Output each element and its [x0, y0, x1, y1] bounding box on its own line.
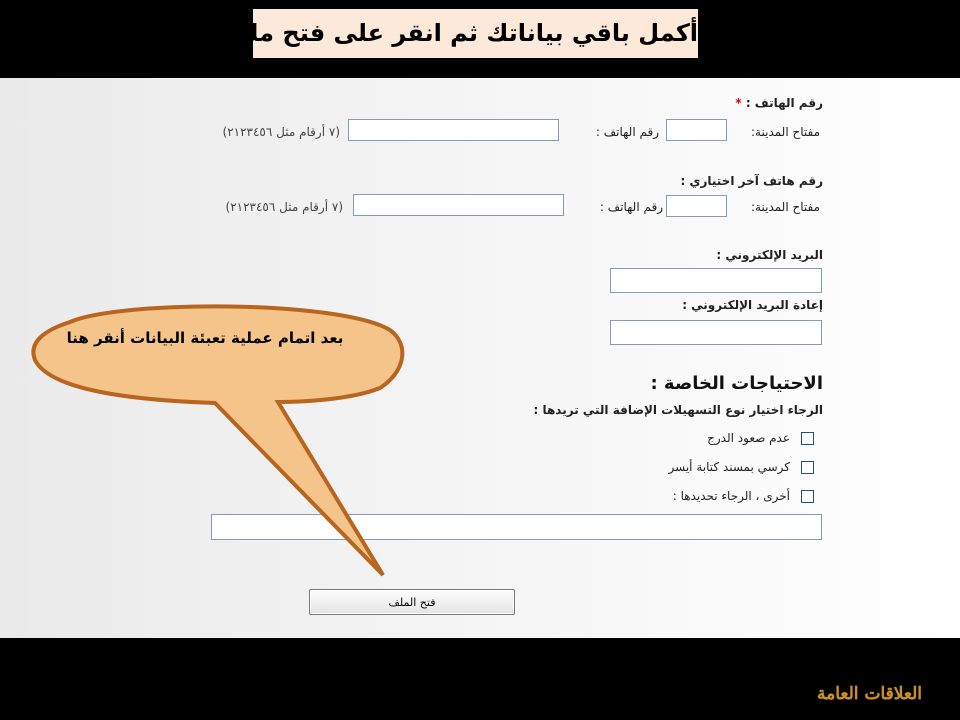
- public-relations-logo: العلاقات العامة: [817, 684, 922, 704]
- callout-balloon: [31, 304, 405, 577]
- callout-text: بعد اتمام عملية تعبئة البيانات أنقر هنا: [66, 329, 344, 347]
